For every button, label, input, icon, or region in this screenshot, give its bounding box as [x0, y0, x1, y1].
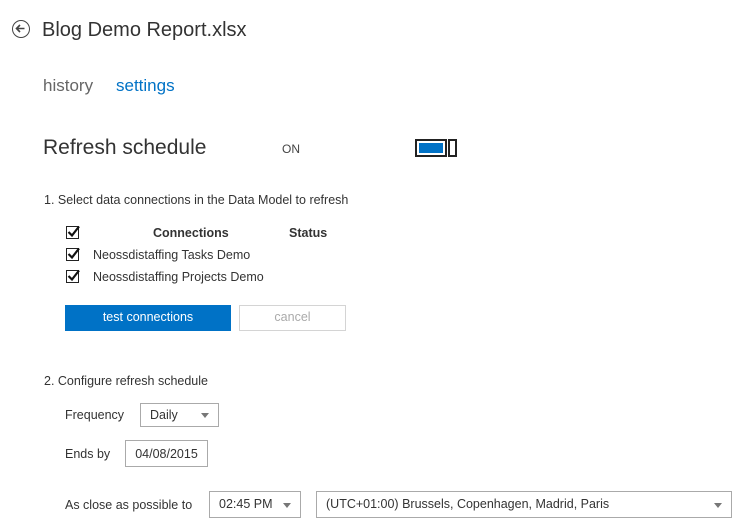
connection-name: Neossdistaffing Projects Demo — [93, 270, 264, 284]
connection-checkbox-projects[interactable] — [66, 269, 80, 283]
back-arrow-icon — [15, 24, 25, 33]
cancel-button[interactable]: cancel — [239, 305, 346, 331]
toggle-state-label: ON — [282, 142, 300, 156]
triangle-down-icon — [283, 503, 291, 508]
time-select[interactable]: 02:45 PM — [209, 491, 301, 518]
connection-name: Neossdistaffing Tasks Demo — [93, 248, 251, 262]
timezone-select[interactable]: (UTC+01:00) Brussels, Copenhagen, Madrid… — [316, 491, 732, 518]
toggle-knob — [448, 139, 457, 157]
ends-by-input[interactable] — [125, 440, 208, 467]
tab-history[interactable]: history — [43, 76, 93, 96]
step1-label: 1. Select data connections in the Data M… — [44, 193, 349, 207]
step2-label: 2. Configure refresh schedule — [44, 374, 208, 388]
checkmark-icon — [67, 269, 80, 282]
page-title: Blog Demo Report.xlsx — [42, 19, 247, 41]
checkmark-icon — [67, 247, 80, 260]
triangle-down-icon — [201, 413, 209, 418]
refresh-toggle[interactable] — [415, 139, 457, 157]
ends-by-label: Ends by — [65, 447, 111, 461]
connections-header: Connections — [153, 226, 229, 240]
close-to-label: As close as possible to — [65, 498, 193, 512]
frequency-value: Daily — [150, 408, 178, 422]
frequency-label: Frequency — [65, 408, 125, 422]
timezone-value: (UTC+01:00) Brussels, Copenhagen, Madrid… — [326, 497, 610, 511]
time-value: 02:45 PM — [219, 497, 273, 511]
frequency-select[interactable]: Daily — [140, 403, 219, 427]
toggle-fill — [415, 139, 447, 157]
select-all-checkbox[interactable] — [66, 225, 80, 239]
test-connections-button[interactable]: test connections — [65, 305, 231, 331]
status-header: Status — [289, 226, 328, 240]
back-button[interactable] — [12, 20, 30, 38]
tab-settings[interactable]: settings — [116, 76, 175, 96]
refresh-schedule-title: Refresh schedule — [43, 136, 207, 159]
connection-checkbox-tasks[interactable] — [66, 247, 80, 261]
checkmark-icon — [67, 225, 80, 238]
triangle-down-icon — [714, 503, 722, 508]
